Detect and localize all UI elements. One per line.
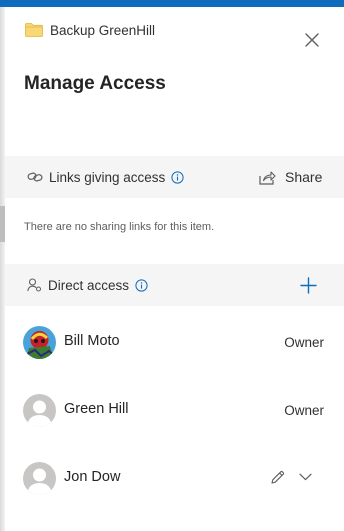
breadcrumb-label: Backup GreenHill — [50, 22, 156, 38]
links-section-label: Links giving access — [49, 169, 166, 185]
breadcrumb: Backup GreenHill — [25, 21, 155, 39]
person-name: Jon Dow — [64, 469, 121, 485]
folder-icon — [25, 23, 43, 37]
info-icon[interactable] — [135, 278, 154, 292]
direct-access-section-header: Direct access — [5, 264, 344, 306]
permission-dropdown-button[interactable] — [295, 466, 315, 488]
people-icon — [27, 278, 41, 292]
person-role: Owner — [284, 403, 324, 418]
plus-icon — [299, 276, 317, 294]
add-people-button[interactable] — [295, 272, 321, 298]
person-name: Green Hill — [64, 401, 129, 417]
avatar — [23, 326, 56, 359]
person-role: Owner — [284, 335, 324, 350]
share-label: Share — [285, 169, 323, 185]
person-row[interactable]: Green Hill Owner — [5, 390, 344, 430]
person-row[interactable]: Bill Moto Owner — [5, 322, 344, 362]
info-icon[interactable] — [171, 170, 190, 184]
share-button[interactable]: Share — [259, 156, 322, 198]
direct-access-label: Direct access — [48, 277, 130, 293]
person-name: Bill Moto — [64, 333, 120, 349]
avatar — [23, 462, 56, 495]
share-icon — [259, 170, 276, 185]
top-accent-bar — [0, 0, 344, 7]
pencil-icon — [270, 470, 284, 484]
edit-permission-button[interactable] — [267, 466, 287, 488]
direct-access-label-group: Direct access — [27, 264, 154, 306]
manage-access-panel: Backup GreenHill Manage Access Links giv… — [5, 7, 344, 531]
links-section-label-group: Links giving access — [27, 156, 190, 198]
avatar — [23, 394, 56, 427]
page-title: Manage Access — [24, 73, 166, 94]
links-section-header: Links giving access Share — [5, 156, 344, 198]
person-row[interactable]: Jon Dow — [5, 458, 344, 498]
link-icon — [27, 172, 43, 182]
close-button[interactable] — [301, 29, 323, 51]
close-icon — [305, 33, 319, 47]
no-links-message: There are no sharing links for this item… — [24, 221, 215, 233]
chevron-down-icon — [298, 473, 312, 481]
